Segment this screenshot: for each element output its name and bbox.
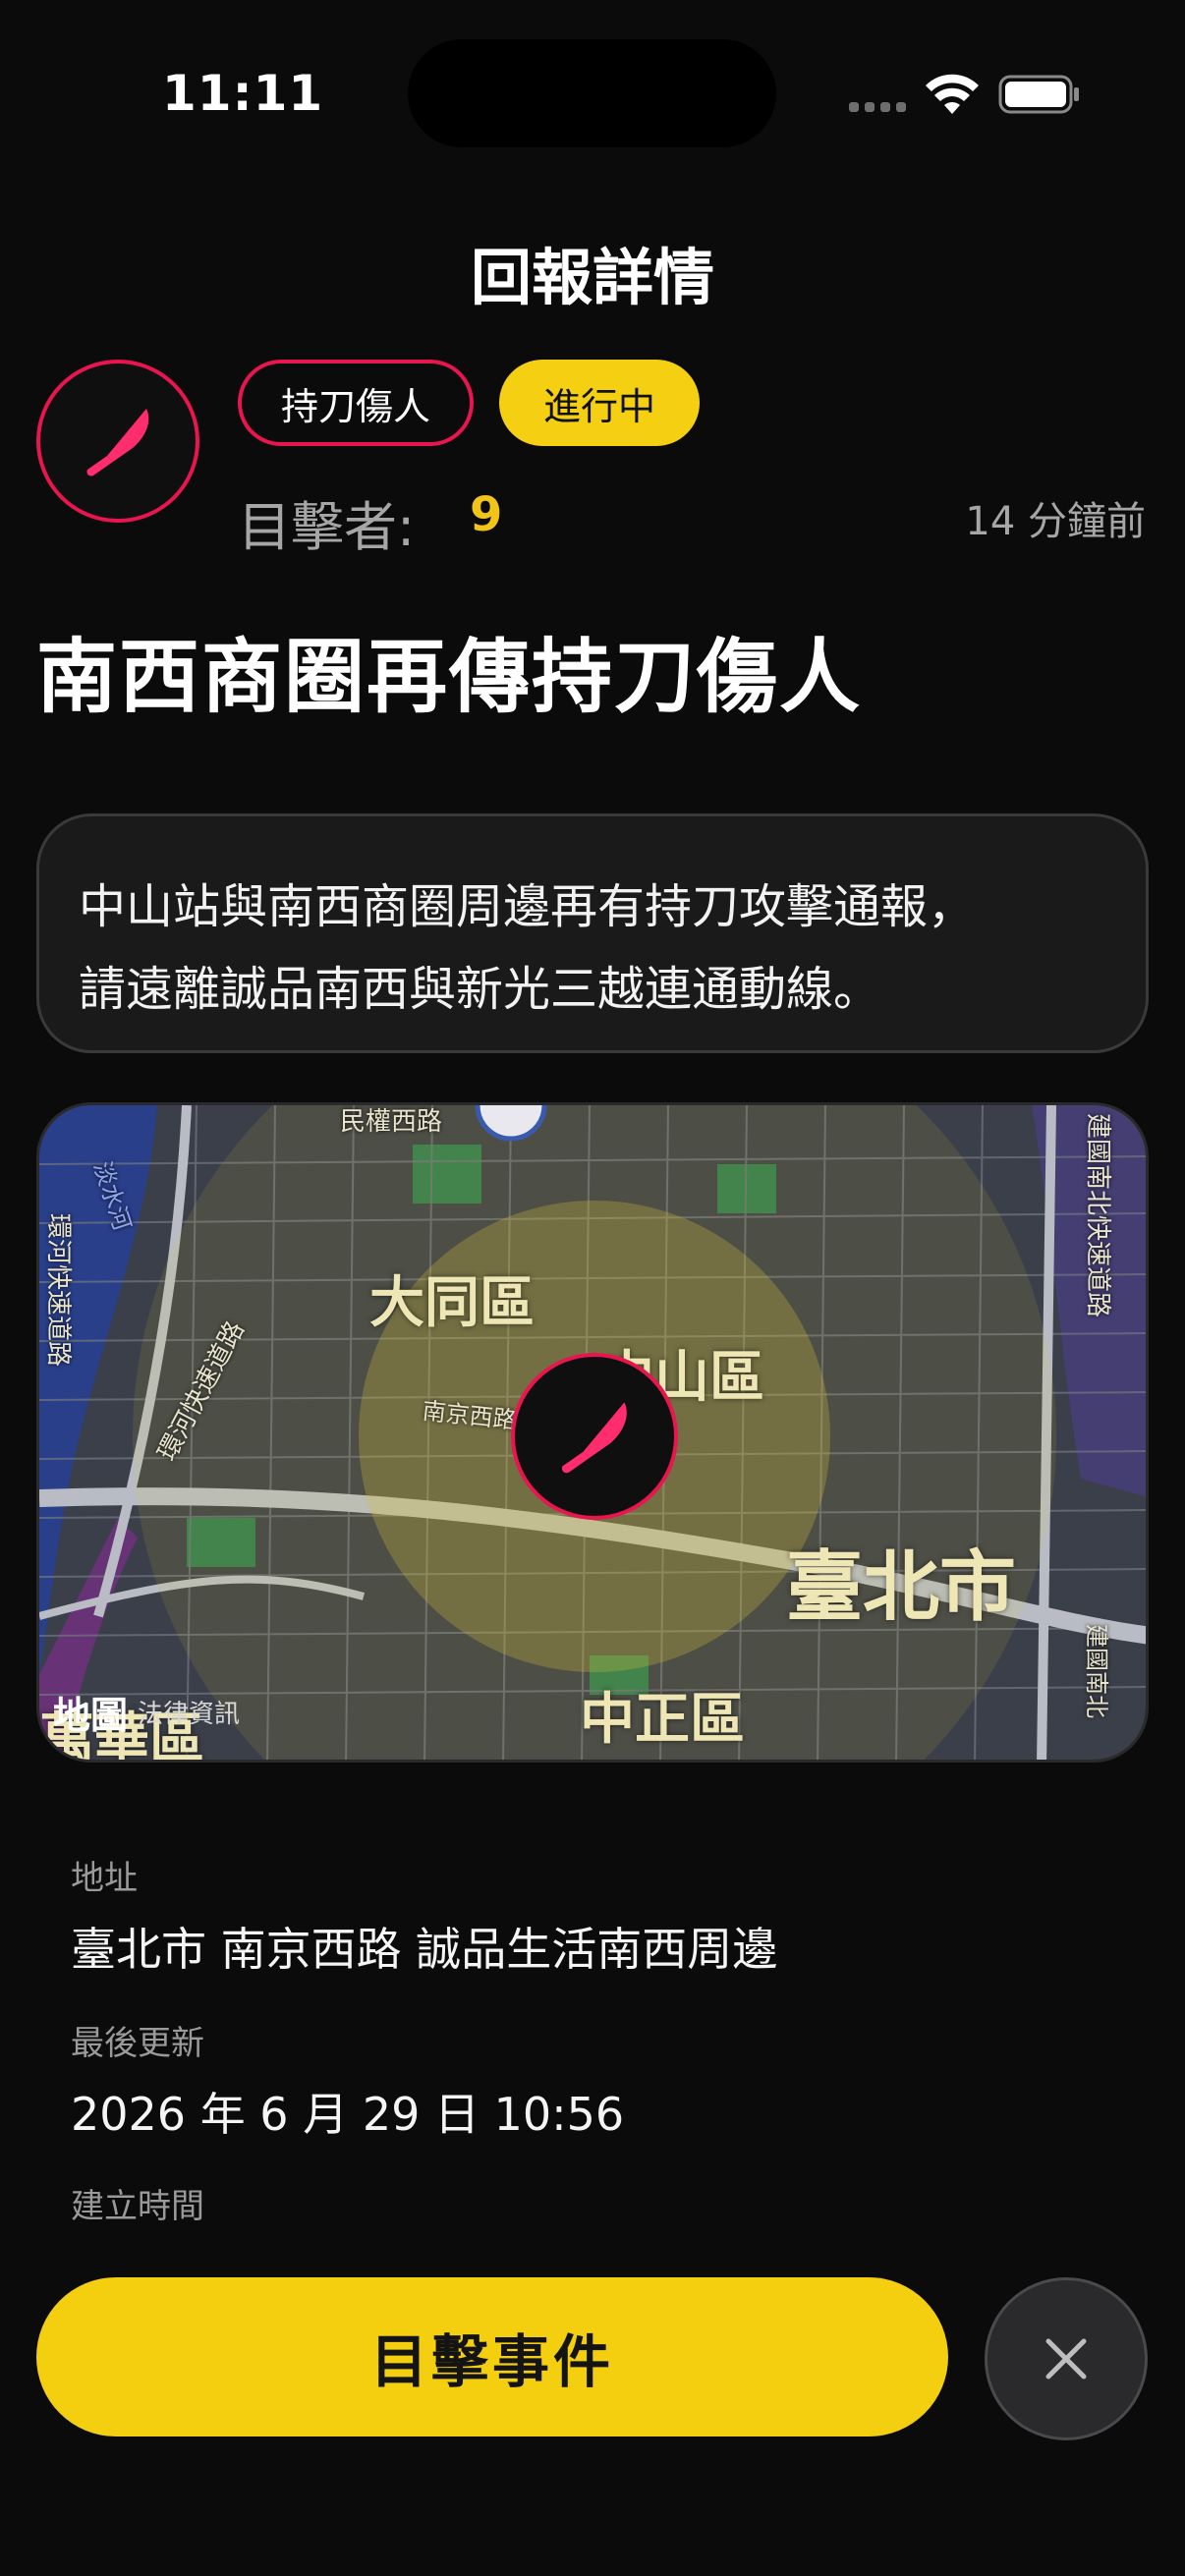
legal-link[interactable]: 法律資訊 bbox=[138, 1694, 240, 1730]
road-label: 建國南北 bbox=[1083, 1624, 1110, 1718]
incident-pin[interactable] bbox=[511, 1353, 678, 1520]
category-avatar bbox=[36, 360, 199, 523]
report-title: 南西商圈再傳持刀傷人 bbox=[36, 631, 863, 724]
road-label: 民權西路 bbox=[340, 1107, 443, 1137]
district-label: 大同區 bbox=[369, 1271, 535, 1335]
updated-value: 2026 年 6 月 29 日 10:56 bbox=[71, 2088, 625, 2141]
status-time: 11:11 bbox=[162, 65, 324, 122]
status-badge: 進行中 bbox=[499, 360, 700, 446]
close-icon bbox=[1045, 2338, 1087, 2380]
description-line: 中山站與南西商圈周邊再有持刀攻擊通報， bbox=[79, 879, 976, 934]
incident-map[interactable]: 大同區 中山區 臺北市 中正區 萬華區 環河快速道路 建國南北快速道路 南京西路… bbox=[36, 1102, 1149, 1763]
category-chip: 持刀傷人 bbox=[238, 360, 474, 446]
address-label: 地址 bbox=[71, 1859, 138, 1898]
address-value: 臺北市 南京西路 誠品生活南西周邊 bbox=[71, 1923, 778, 1976]
road-label: 建國南北快速道路 bbox=[1083, 1113, 1112, 1318]
maps-brand: 地圖 bbox=[53, 1694, 129, 1737]
witness-event-button[interactable]: 目擊事件 bbox=[36, 2277, 948, 2436]
page-title: 回報詳情 bbox=[470, 242, 714, 313]
battery-icon bbox=[998, 75, 1079, 114]
dynamic-island bbox=[408, 39, 776, 147]
knife-icon bbox=[86, 409, 149, 476]
close-button[interactable] bbox=[985, 2277, 1148, 2440]
description-line: 請遠離誠品南西與新光三越連通動線。 bbox=[79, 962, 881, 1017]
knife-icon bbox=[561, 1402, 627, 1474]
road-label: 環河快速道路 bbox=[43, 1213, 73, 1368]
description-card: 中山站與南西商圈周邊再有持刀攻擊通報， 請遠離誠品南西與新光三越連通動線。 bbox=[36, 813, 1149, 1053]
witness-label: 目擊者: bbox=[238, 496, 416, 558]
wifi-icon bbox=[926, 74, 979, 114]
cellular-signal-icon bbox=[849, 102, 906, 112]
witness-count: 9 bbox=[470, 487, 503, 542]
map-attribution: 地圖 法律資訊 bbox=[53, 1685, 240, 1739]
district-label: 臺北市 bbox=[786, 1543, 1017, 1632]
updated-label: 最後更新 bbox=[71, 2024, 204, 2063]
time-ago: 14 分鐘前 bbox=[965, 499, 1146, 544]
created-label: 建立時間 bbox=[71, 2187, 204, 2226]
district-label: 中正區 bbox=[580, 1688, 745, 1752]
